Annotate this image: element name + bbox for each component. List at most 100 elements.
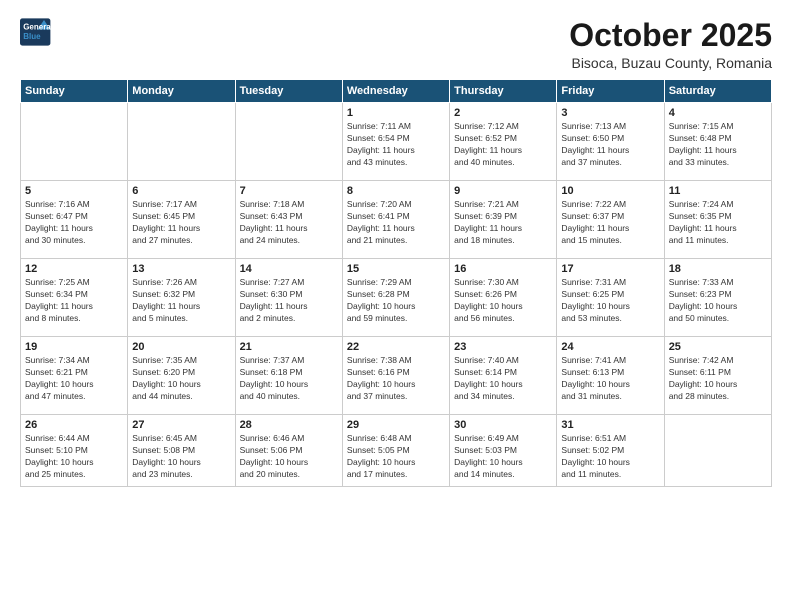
table-row: 15 Sunrise: 7:29 AM Sunset: 6:28 PM Dayli… bbox=[342, 259, 449, 337]
day-number: 4 bbox=[669, 107, 767, 119]
table-row: 1 Sunrise: 7:11 AM Sunset: 6:54 PM Daylig… bbox=[342, 103, 449, 181]
subtitle: Bisoca, Buzau County, Romania bbox=[569, 55, 772, 71]
table-row: 3 Sunrise: 7:13 AM Sunset: 6:50 PM Daylig… bbox=[557, 103, 664, 181]
calendar-week-row: 19 Sunrise: 7:34 AM Sunset: 6:21 PM Dayli… bbox=[21, 337, 772, 415]
day-info: Sunrise: 7:29 AM Sunset: 6:28 PM Dayligh… bbox=[347, 277, 445, 325]
table-row: 24Sunrise: 7:41 AM Sunset: 6:13 PM Dayli… bbox=[557, 337, 664, 415]
table-row: 14Sunrise: 7:27 AM Sunset: 6:30 PM Dayli… bbox=[235, 259, 342, 337]
day-info: Sunrise: 7:31 AM Sunset: 6:25 PM Dayligh… bbox=[561, 277, 659, 325]
header: General Blue October 2025 Bisoca, Buzau … bbox=[20, 18, 772, 71]
day-number: 7 bbox=[240, 185, 338, 197]
calendar-week-row: 1 Sunrise: 7:11 AM Sunset: 6:54 PM Daylig… bbox=[21, 103, 772, 181]
day-info: Sunrise: 7:16 AM Sunset: 6:47 PM Dayligh… bbox=[25, 199, 123, 247]
day-number: 22 bbox=[347, 341, 445, 353]
day-number: 20 bbox=[132, 341, 230, 353]
table-row: 30Sunrise: 6:49 AM Sunset: 5:03 PM Dayli… bbox=[450, 415, 557, 487]
table-row bbox=[21, 103, 128, 181]
table-row: 11Sunrise: 7:24 AM Sunset: 6:35 PM Dayli… bbox=[664, 181, 771, 259]
table-row: 13 Sunrise: 7:26 AM Sunset: 6:32 PM Dayli… bbox=[128, 259, 235, 337]
day-info: Sunrise: 7:30 AM Sunset: 6:26 PM Dayligh… bbox=[454, 277, 552, 325]
table-row bbox=[128, 103, 235, 181]
day-info: Sunrise: 7:11 AM Sunset: 6:54 PM Dayligh… bbox=[347, 121, 445, 169]
table-row: 23 Sunrise: 7:40 AM Sunset: 6:14 PM Dayli… bbox=[450, 337, 557, 415]
calendar-week-row: 12Sunrise: 7:25 AM Sunset: 6:34 PM Dayli… bbox=[21, 259, 772, 337]
calendar-header-row: Sunday Monday Tuesday Wednesday Thursday… bbox=[21, 80, 772, 103]
day-info: Sunrise: 7:34 AM Sunset: 6:21 PM Dayligh… bbox=[25, 355, 123, 403]
logo-icon: General Blue bbox=[20, 18, 52, 46]
day-info: Sunrise: 6:45 AM Sunset: 5:08 PM Dayligh… bbox=[132, 433, 230, 481]
day-number: 15 bbox=[347, 263, 445, 275]
day-info: Sunrise: 7:27 AM Sunset: 6:30 PM Dayligh… bbox=[240, 277, 338, 325]
day-info: Sunrise: 7:40 AM Sunset: 6:14 PM Dayligh… bbox=[454, 355, 552, 403]
day-info: Sunrise: 7:26 AM Sunset: 6:32 PM Dayligh… bbox=[132, 277, 230, 325]
col-thursday: Thursday bbox=[450, 80, 557, 103]
table-row: 28 Sunrise: 6:46 AM Sunset: 5:06 PM Dayli… bbox=[235, 415, 342, 487]
day-number: 24 bbox=[561, 341, 659, 353]
table-row: 7 Sunrise: 7:18 AM Sunset: 6:43 PM Daylig… bbox=[235, 181, 342, 259]
day-info: Sunrise: 6:46 AM Sunset: 5:06 PM Dayligh… bbox=[240, 433, 338, 481]
day-info: Sunrise: 6:51 AM Sunset: 5:02 PM Dayligh… bbox=[561, 433, 659, 481]
col-saturday: Saturday bbox=[664, 80, 771, 103]
day-number: 6 bbox=[132, 185, 230, 197]
day-number: 10 bbox=[561, 185, 659, 197]
day-number: 8 bbox=[347, 185, 445, 197]
day-number: 1 bbox=[347, 107, 445, 119]
col-monday: Monday bbox=[128, 80, 235, 103]
table-row: 8Sunrise: 7:20 AM Sunset: 6:41 PM Daylig… bbox=[342, 181, 449, 259]
day-number: 13 bbox=[132, 263, 230, 275]
table-row: 29 Sunrise: 6:48 AM Sunset: 5:05 PM Dayli… bbox=[342, 415, 449, 487]
day-number: 12 bbox=[25, 263, 123, 275]
col-sunday: Sunday bbox=[21, 80, 128, 103]
day-number: 28 bbox=[240, 419, 338, 431]
page: General Blue October 2025 Bisoca, Buzau … bbox=[0, 0, 792, 612]
day-number: 26 bbox=[25, 419, 123, 431]
day-info: Sunrise: 7:38 AM Sunset: 6:16 PM Dayligh… bbox=[347, 355, 445, 403]
col-tuesday: Tuesday bbox=[235, 80, 342, 103]
day-info: Sunrise: 6:48 AM Sunset: 5:05 PM Dayligh… bbox=[347, 433, 445, 481]
day-info: Sunrise: 7:17 AM Sunset: 6:45 PM Dayligh… bbox=[132, 199, 230, 247]
month-title: October 2025 bbox=[569, 18, 772, 53]
day-info: Sunrise: 7:13 AM Sunset: 6:50 PM Dayligh… bbox=[561, 121, 659, 169]
day-number: 21 bbox=[240, 341, 338, 353]
table-row: 9Sunrise: 7:21 AM Sunset: 6:39 PM Daylig… bbox=[450, 181, 557, 259]
day-info: Sunrise: 7:18 AM Sunset: 6:43 PM Dayligh… bbox=[240, 199, 338, 247]
table-row: 31 Sunrise: 6:51 AM Sunset: 5:02 PM Dayli… bbox=[557, 415, 664, 487]
day-number: 29 bbox=[347, 419, 445, 431]
day-number: 30 bbox=[454, 419, 552, 431]
day-number: 2 bbox=[454, 107, 552, 119]
day-info: Sunrise: 7:35 AM Sunset: 6:20 PM Dayligh… bbox=[132, 355, 230, 403]
day-info: Sunrise: 7:37 AM Sunset: 6:18 PM Dayligh… bbox=[240, 355, 338, 403]
day-info: Sunrise: 7:15 AM Sunset: 6:48 PM Dayligh… bbox=[669, 121, 767, 169]
table-row: 17 Sunrise: 7:31 AM Sunset: 6:25 PM Dayli… bbox=[557, 259, 664, 337]
col-friday: Friday bbox=[557, 80, 664, 103]
day-info: Sunrise: 7:42 AM Sunset: 6:11 PM Dayligh… bbox=[669, 355, 767, 403]
calendar-week-row: 5 Sunrise: 7:16 AM Sunset: 6:47 PM Daylig… bbox=[21, 181, 772, 259]
day-number: 17 bbox=[561, 263, 659, 275]
col-wednesday: Wednesday bbox=[342, 80, 449, 103]
table-row: 16 Sunrise: 7:30 AM Sunset: 6:26 PM Dayli… bbox=[450, 259, 557, 337]
logo: General Blue bbox=[20, 18, 52, 46]
day-number: 3 bbox=[561, 107, 659, 119]
day-number: 31 bbox=[561, 419, 659, 431]
table-row: 25 Sunrise: 7:42 AM Sunset: 6:11 PM Dayli… bbox=[664, 337, 771, 415]
table-row: 2 Sunrise: 7:12 AM Sunset: 6:52 PM Daylig… bbox=[450, 103, 557, 181]
table-row: 12Sunrise: 7:25 AM Sunset: 6:34 PM Dayli… bbox=[21, 259, 128, 337]
table-row: 21 Sunrise: 7:37 AM Sunset: 6:18 PM Dayli… bbox=[235, 337, 342, 415]
day-info: Sunrise: 7:12 AM Sunset: 6:52 PM Dayligh… bbox=[454, 121, 552, 169]
day-number: 5 bbox=[25, 185, 123, 197]
svg-text:Blue: Blue bbox=[23, 32, 41, 41]
table-row: 5 Sunrise: 7:16 AM Sunset: 6:47 PM Daylig… bbox=[21, 181, 128, 259]
table-row: 6 Sunrise: 7:17 AM Sunset: 6:45 PM Daylig… bbox=[128, 181, 235, 259]
table-row bbox=[235, 103, 342, 181]
day-number: 19 bbox=[25, 341, 123, 353]
table-row: 4 Sunrise: 7:15 AM Sunset: 6:48 PM Daylig… bbox=[664, 103, 771, 181]
day-number: 16 bbox=[454, 263, 552, 275]
table-row: 18Sunrise: 7:33 AM Sunset: 6:23 PM Dayli… bbox=[664, 259, 771, 337]
table-row: 10Sunrise: 7:22 AM Sunset: 6:37 PM Dayli… bbox=[557, 181, 664, 259]
day-info: Sunrise: 7:21 AM Sunset: 6:39 PM Dayligh… bbox=[454, 199, 552, 247]
day-number: 25 bbox=[669, 341, 767, 353]
day-info: Sunrise: 7:24 AM Sunset: 6:35 PM Dayligh… bbox=[669, 199, 767, 247]
day-number: 23 bbox=[454, 341, 552, 353]
table-row: 20 Sunrise: 7:35 AM Sunset: 6:20 PM Dayli… bbox=[128, 337, 235, 415]
day-number: 27 bbox=[132, 419, 230, 431]
